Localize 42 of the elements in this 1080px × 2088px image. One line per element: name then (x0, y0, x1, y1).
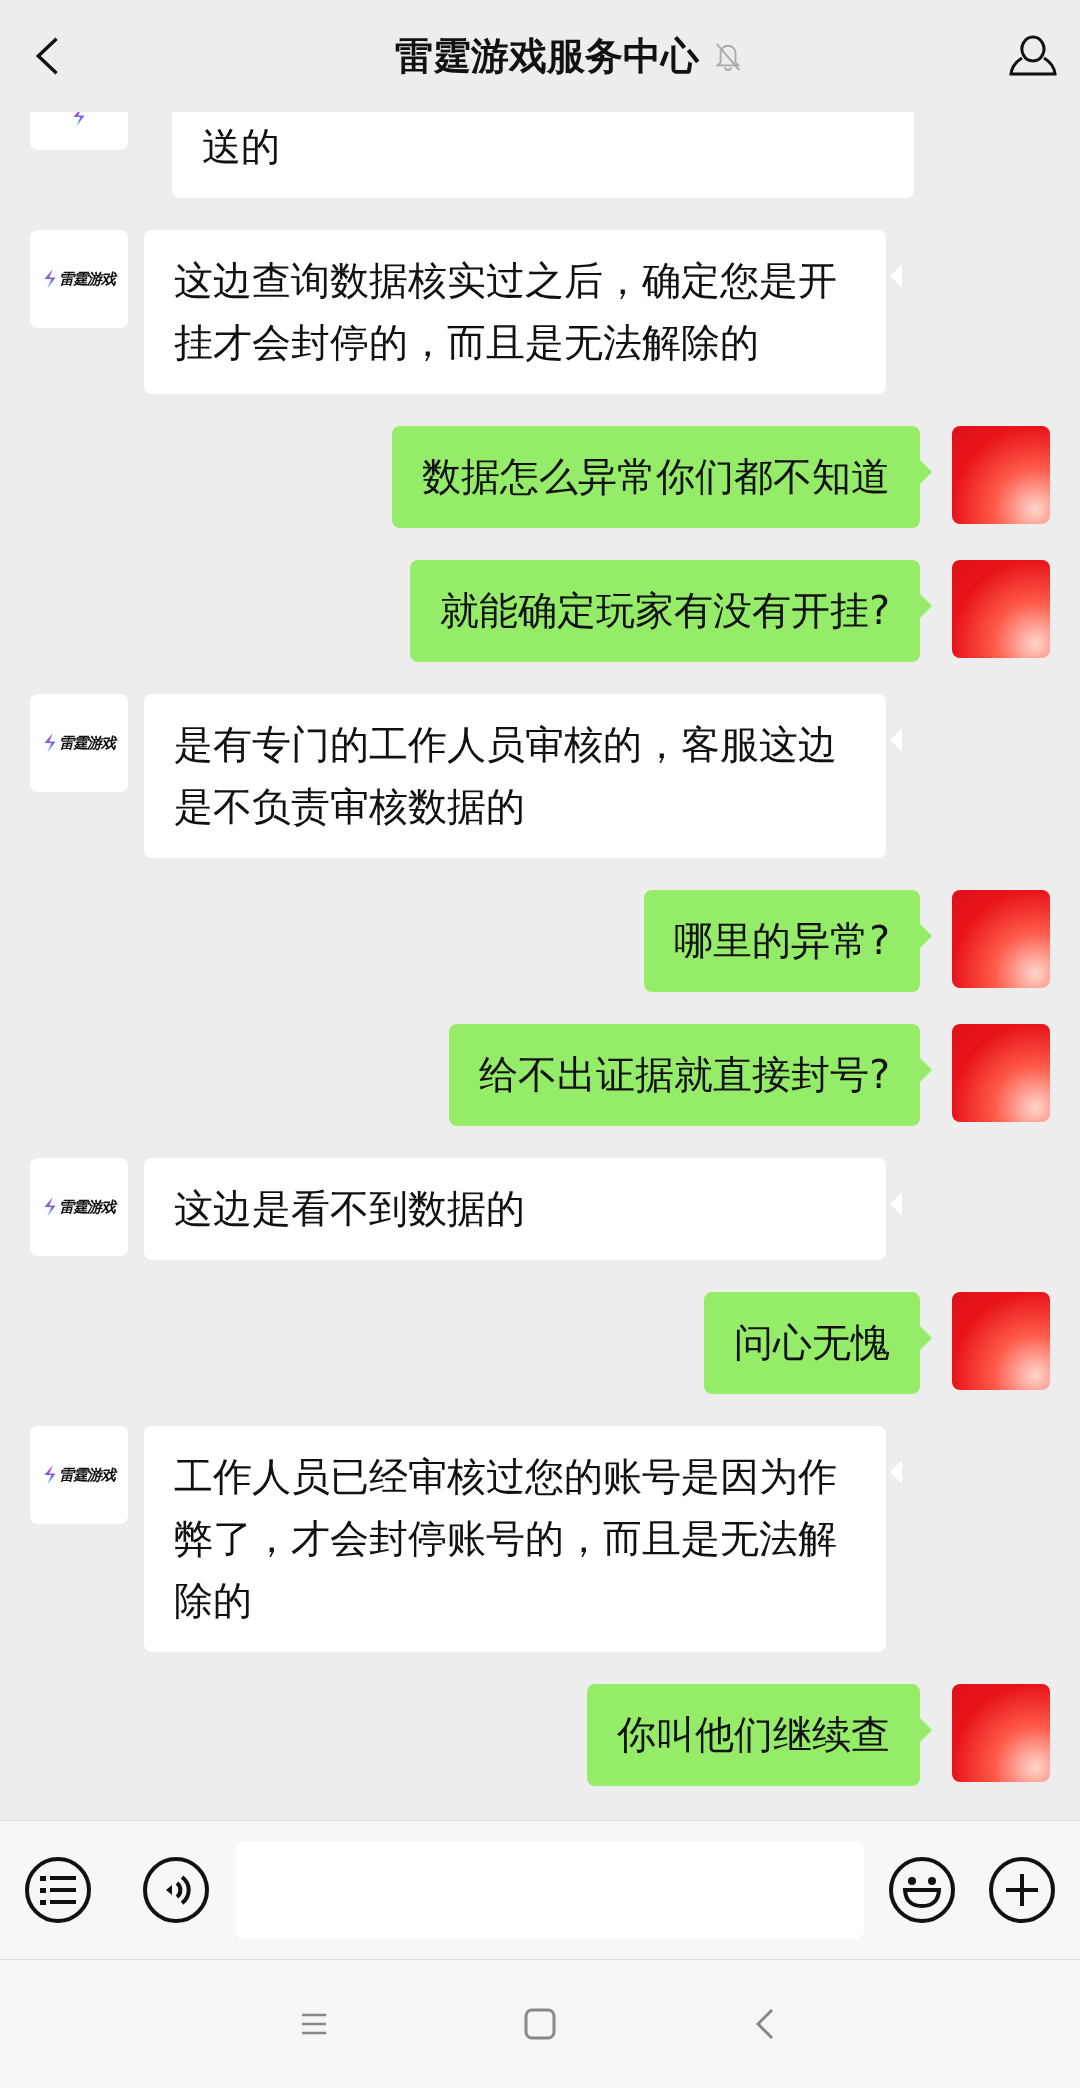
logo-text: 雷霆游戏 (59, 733, 115, 753)
bubble-tail (920, 924, 932, 948)
logo-text: 雷霆游戏 (59, 269, 115, 289)
avatar[interactable] (952, 1292, 1050, 1390)
emoji-icon[interactable] (888, 1856, 956, 1924)
lightning-icon (43, 1464, 57, 1486)
message-bubble: 就能确定玩家有没有开挂? (410, 560, 920, 662)
message-bubble: 是有专门的工作人员审核的，客服这边是不负责审核数据的 (144, 694, 886, 858)
message-bubble: 哪里的异常? (644, 890, 920, 992)
message-bubble: 数据怎么异常你们都不知道 (392, 426, 920, 528)
lightning-icon (43, 1196, 57, 1218)
message-bubble: 这边是看不到数据的 (144, 1158, 886, 1260)
menu-icon[interactable] (24, 1856, 92, 1924)
logo-text: 雷霆游戏 (59, 1465, 115, 1485)
bubble-tail (920, 460, 932, 484)
lightning-icon (43, 732, 57, 754)
voice-icon[interactable] (142, 1856, 210, 1924)
message-bubble: 送的 (172, 112, 914, 198)
avatar[interactable]: 雷霆游戏 (30, 1426, 128, 1524)
bubble-tail (920, 1718, 932, 1742)
avatar[interactable]: 雷霆游戏 (30, 230, 128, 328)
bubble-tail (920, 1326, 932, 1350)
avatar[interactable] (952, 560, 1050, 658)
avatar[interactable] (952, 1024, 1050, 1122)
avatar[interactable]: 雷霆游戏 (30, 1158, 128, 1256)
lightning-icon (72, 112, 86, 128)
logo-text: 雷霆游戏 (59, 1197, 115, 1217)
lightning-icon (43, 268, 57, 290)
avatar[interactable] (952, 426, 1050, 524)
message-bubble: 工作人员已经审核过您的账号是因为作弊了，才会封停账号的，而且是无法解除的 (144, 1426, 886, 1652)
add-icon[interactable] (988, 1856, 1056, 1924)
message-bubble: 给不出证据就直接封号? (449, 1024, 920, 1126)
message-bubble: 这边查询数据核实过之后，确定您是开挂才会封停的，而且是无法解除的 (144, 230, 886, 394)
message-bubble: 你叫他们继续查 (587, 1684, 920, 1786)
message-bubble: 问心无愧 (704, 1292, 920, 1394)
profile-icon[interactable] (1008, 33, 1058, 79)
avatar[interactable]: 雷霆游戏 (30, 694, 128, 792)
chat-title: 雷霆游戏服务中心 (395, 32, 699, 80)
bubble-tail (920, 594, 932, 618)
avatar[interactable] (952, 890, 1050, 988)
bubble-tail (920, 1058, 932, 1082)
avatar[interactable] (952, 1684, 1050, 1782)
